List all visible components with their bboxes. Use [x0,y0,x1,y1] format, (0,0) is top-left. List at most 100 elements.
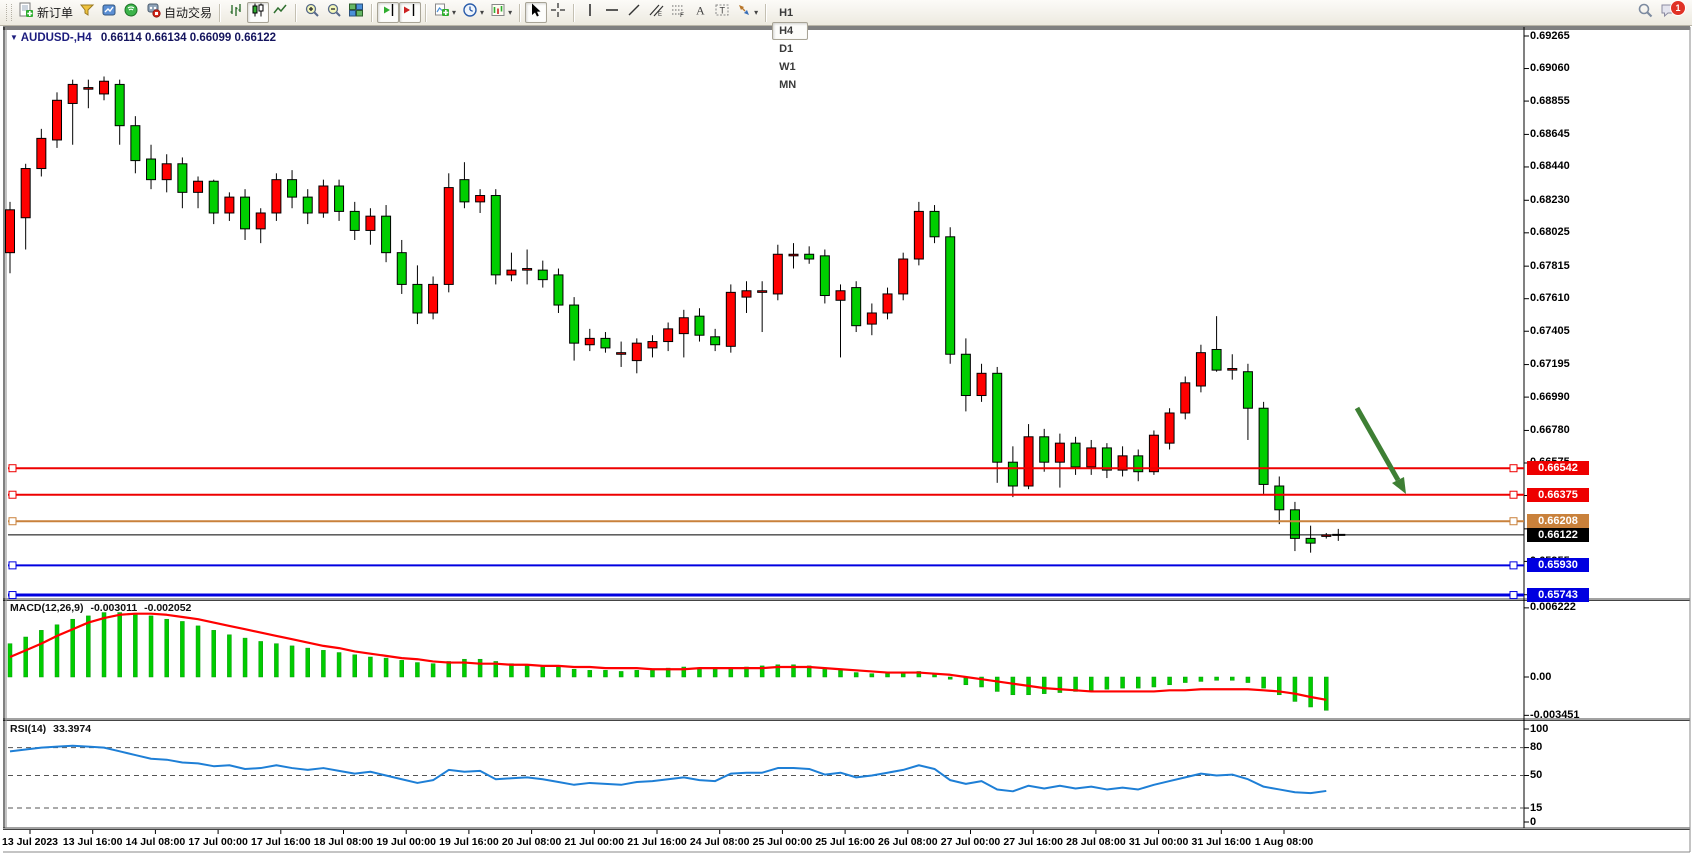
chart-canvas[interactable] [0,0,1692,853]
line-handle [9,562,16,569]
candle-body [429,284,438,313]
candle-body [413,284,422,313]
chevron-down-icon: ▾ [754,8,758,17]
macd-histogram-bar [525,665,529,677]
toolbar-grip [6,4,12,21]
macd-histogram-bar [306,648,310,677]
candle-body [679,318,688,334]
text-label-button[interactable]: T [711,2,733,23]
macd-histogram-bar [1199,677,1203,681]
macd-histogram-bar [180,621,184,677]
macd-histogram-bar [1011,677,1015,695]
macd-signal-line [10,614,1326,700]
timeframe-D1[interactable]: D1 [772,40,807,58]
macd-histogram-bar [839,670,843,677]
chart-wizard-button[interactable] [76,2,98,23]
crosshair-button[interactable] [547,2,569,23]
candle-body [444,188,453,285]
zoom-out-icon [326,2,342,23]
candle-body [1243,372,1252,409]
candle-body [335,186,344,211]
timeframe-H4[interactable]: H4 [772,22,807,40]
templates-button[interactable]: ▾ [487,2,515,23]
candle-body [538,270,547,280]
zoom-in-icon [304,2,320,23]
candle-body [883,294,892,313]
timeframe-H1[interactable]: H1 [772,4,807,22]
zoom-in-button[interactable] [301,2,323,23]
vertical-line-button[interactable] [579,2,601,23]
macd-histogram-bar [415,663,419,677]
price-line-label: 0.65743 [1527,588,1589,602]
candle-body [852,288,861,326]
new-order-label: 新订单 [37,4,73,21]
candle-body [476,196,485,202]
tile-windows-icon [348,2,364,23]
bar-chart-button[interactable] [225,2,247,23]
macd-histogram-bar [353,655,357,677]
toolbar-separator [573,4,575,22]
macd-histogram-bar [1183,677,1187,683]
price-line-label: 0.65930 [1527,558,1589,572]
timeframe-M30[interactable]: M30 [772,0,807,4]
candle-body [1290,510,1299,539]
line-chart-icon [272,2,288,23]
candle-body [585,338,594,344]
new-order-icon [18,2,34,23]
candle-body [1275,486,1284,510]
candle-body [695,316,704,335]
candlestick-chart-button[interactable] [247,2,269,23]
notifications-button[interactable]: 1 [1657,2,1681,23]
macd-histogram-bar [697,668,701,677]
tile-windows-button[interactable] [345,2,367,23]
zoom-out-button[interactable] [323,2,345,23]
text-label-icon: T [714,2,730,23]
profile-button[interactable] [98,2,120,23]
new-order-button[interactable]: 新订单 [15,2,76,23]
candle-body [570,305,579,343]
candle-body [147,159,156,180]
macd-histogram-bar [635,670,639,677]
clock-icon [462,2,478,23]
indicators-button[interactable]: ▾ [431,2,459,23]
macd-histogram-bar [55,625,59,677]
equidistant-channel-button[interactable]: E [645,2,667,23]
candle-body [256,213,265,229]
toolbar-separator [219,4,221,22]
candle-body [805,254,814,259]
macd-histogram-bar [259,641,263,677]
candle-body [178,164,187,193]
chevron-down-icon: ▾ [480,8,484,17]
candle-body [303,197,312,213]
chart-shift-button[interactable] [399,2,421,23]
periods-button[interactable]: ▾ [459,2,487,23]
arrows-button[interactable]: ▾ [733,2,761,23]
text-icon: A [692,2,708,23]
macd-histogram-bar [1215,677,1219,680]
text-button[interactable]: A [689,2,711,23]
fibonacci-button[interactable]: F [667,2,689,23]
macd-histogram-bar [1089,677,1093,690]
candle-body [664,329,673,342]
auto-trading-button[interactable]: 自动交易 [142,2,215,23]
candle-body [1102,448,1111,470]
macd-indicator-label: MACD(12,26,9) -0.003011 -0.002052 [10,602,191,614]
candle-body [1259,408,1268,484]
signal-button[interactable] [120,2,142,23]
collapse-triangle-icon[interactable]: ▼ [10,33,18,42]
line-handle [1510,518,1517,525]
toolbar-separator [765,4,767,22]
timeframe-W1[interactable]: W1 [772,58,807,76]
macd-histogram-bar [368,657,372,677]
line-chart-button[interactable] [269,2,291,23]
auto-scroll-button[interactable] [377,2,399,23]
timeframe-MN[interactable]: MN [772,76,807,94]
macd-histogram-bar [713,669,717,677]
candle-body [648,342,657,348]
cursor-button[interactable] [525,2,547,23]
macd-histogram-bar [1324,677,1328,710]
macd-histogram-bar [102,613,106,677]
search-button[interactable] [1634,2,1657,23]
trendline-button[interactable] [623,2,645,23]
horizontal-line-button[interactable] [601,2,623,23]
